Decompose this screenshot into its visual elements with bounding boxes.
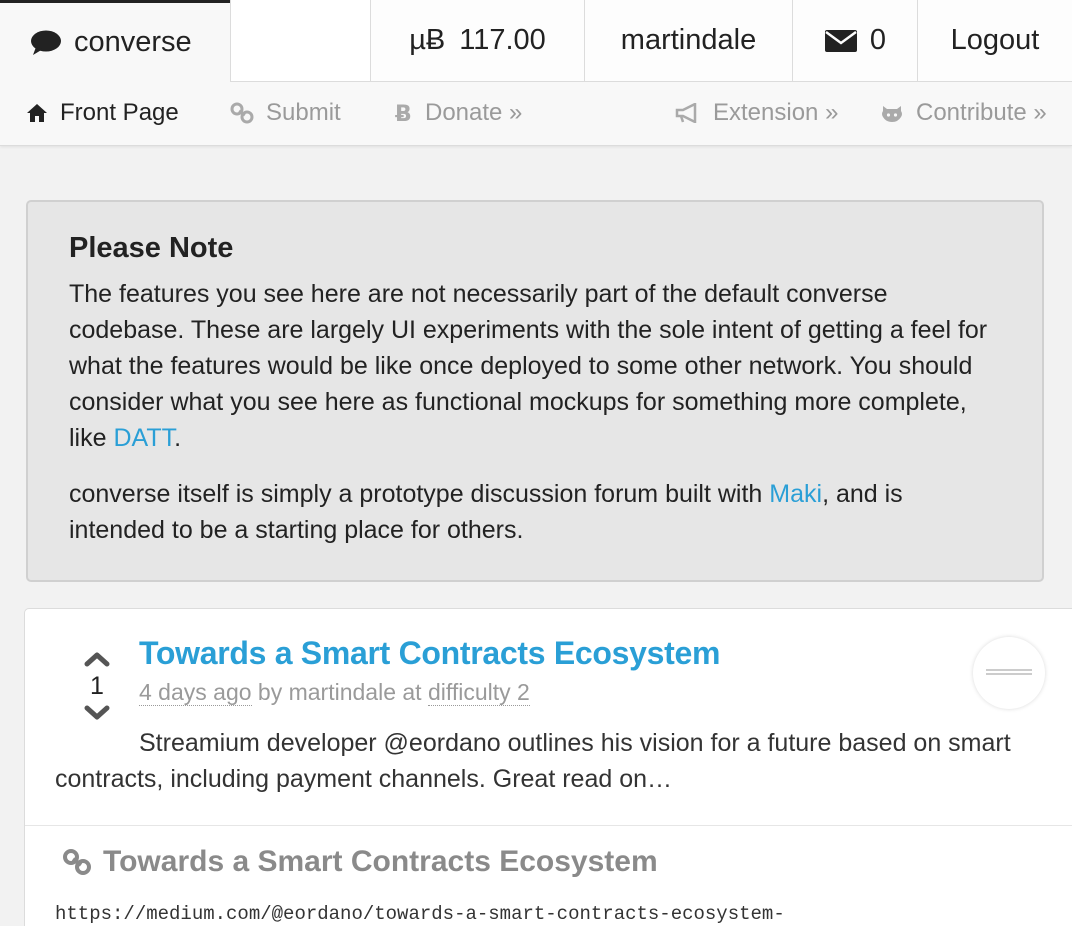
maki-link[interactable]: Maki (769, 480, 822, 508)
nav-contribute[interactable]: Contribute » (880, 82, 1047, 144)
navbar-primary-row: converse µɃ 117.00 martindale 0 Logout (0, 0, 1072, 82)
post-difficulty: difficulty 2 (427, 679, 530, 706)
balance-unit: µɃ (409, 24, 446, 56)
nav-donate[interactable]: Ƀ Donate » (395, 82, 522, 144)
bitcoin-icon: Ƀ (395, 101, 413, 125)
chevron-up-icon[interactable] (82, 647, 112, 671)
svg-text:Ƀ: Ƀ (395, 102, 412, 125)
post-score: 1 (90, 672, 104, 700)
thumbnail-preview (986, 669, 1032, 677)
username-label: martindale (620, 24, 757, 56)
notice-paragraph-1-text: The features you see here are not necess… (69, 280, 988, 452)
brand-link[interactable]: converse (0, 0, 230, 82)
post-title-link[interactable]: Towards a Smart Contracts Ecosystem (139, 635, 720, 672)
messages-link[interactable]: 0 (792, 0, 917, 82)
navbar-spacer (230, 0, 370, 82)
envelope-icon (824, 29, 858, 53)
balance-display[interactable]: µɃ 117.00 (370, 0, 584, 82)
link-preview-title[interactable]: Towards a Smart Contracts Ecosystem (61, 845, 658, 879)
notice-panel: Please Note The features you see here ar… (26, 200, 1044, 582)
post-by-label: by (257, 679, 283, 705)
post-age-link[interactable]: 4 days ago (139, 679, 252, 706)
chevron-down-icon[interactable] (82, 701, 112, 725)
nav-extension-label: Extension » (713, 99, 839, 126)
notice-paragraph-1-end: . (174, 424, 182, 452)
notice-paragraph-2: converse itself is simply a prototype di… (69, 476, 1002, 548)
link-preview-url[interactable]: https://medium.com/@eordano/towards-a-sm… (55, 903, 785, 925)
logout-button[interactable]: Logout (917, 0, 1072, 82)
bullhorn-icon (675, 103, 701, 123)
nav-submit-label: Submit (266, 99, 341, 126)
nav-submit[interactable]: Submit (230, 82, 341, 144)
nav-extension[interactable]: Extension » (675, 82, 838, 144)
post-description: Streamium developer @eordano outlines hi… (55, 729, 1011, 793)
balance-value: 117.00 (459, 24, 546, 56)
notice-paragraph-2-text: converse itself is simply a prototype di… (69, 480, 770, 508)
post-meta: 4 days ago by martindale at difficulty 2 (139, 679, 530, 706)
github-icon (880, 102, 904, 124)
nav-donate-label: Donate » (425, 99, 523, 126)
home-icon (26, 103, 48, 123)
notice-heading: Please Note (69, 232, 234, 264)
brand-label: converse (74, 26, 192, 58)
nav-contribute-label: Contribute » (916, 99, 1047, 126)
top-navbar: converse µɃ 117.00 martindale 0 Logout F… (0, 0, 1072, 146)
post-author-link[interactable]: martindale (289, 679, 396, 705)
link-icon (61, 848, 93, 876)
datt-link[interactable]: DATT (113, 424, 174, 452)
card-divider (25, 825, 1072, 826)
notice-paragraph-1: The features you see here are not necess… (69, 276, 1002, 456)
vote-controls: 1 (81, 647, 113, 725)
post-at-label: at (402, 679, 422, 705)
post-thumbnail[interactable] (973, 637, 1045, 709)
post-card: 1 Towards a Smart Contracts Ecosystem 4 … (24, 608, 1072, 926)
username-link[interactable]: martindale (584, 0, 792, 82)
logout-label: Logout (950, 24, 1040, 56)
link-icon (230, 102, 254, 124)
link-preview-title-text: Towards a Smart Contracts Ecosystem (103, 845, 658, 878)
nav-front-page-label: Front Page (60, 99, 179, 126)
message-count: 0 (869, 24, 887, 56)
navbar-secondary-row: Front Page Submit Ƀ Donate » Extension »… (0, 82, 1072, 144)
nav-front-page[interactable]: Front Page (26, 82, 179, 144)
comment-icon (30, 30, 62, 56)
